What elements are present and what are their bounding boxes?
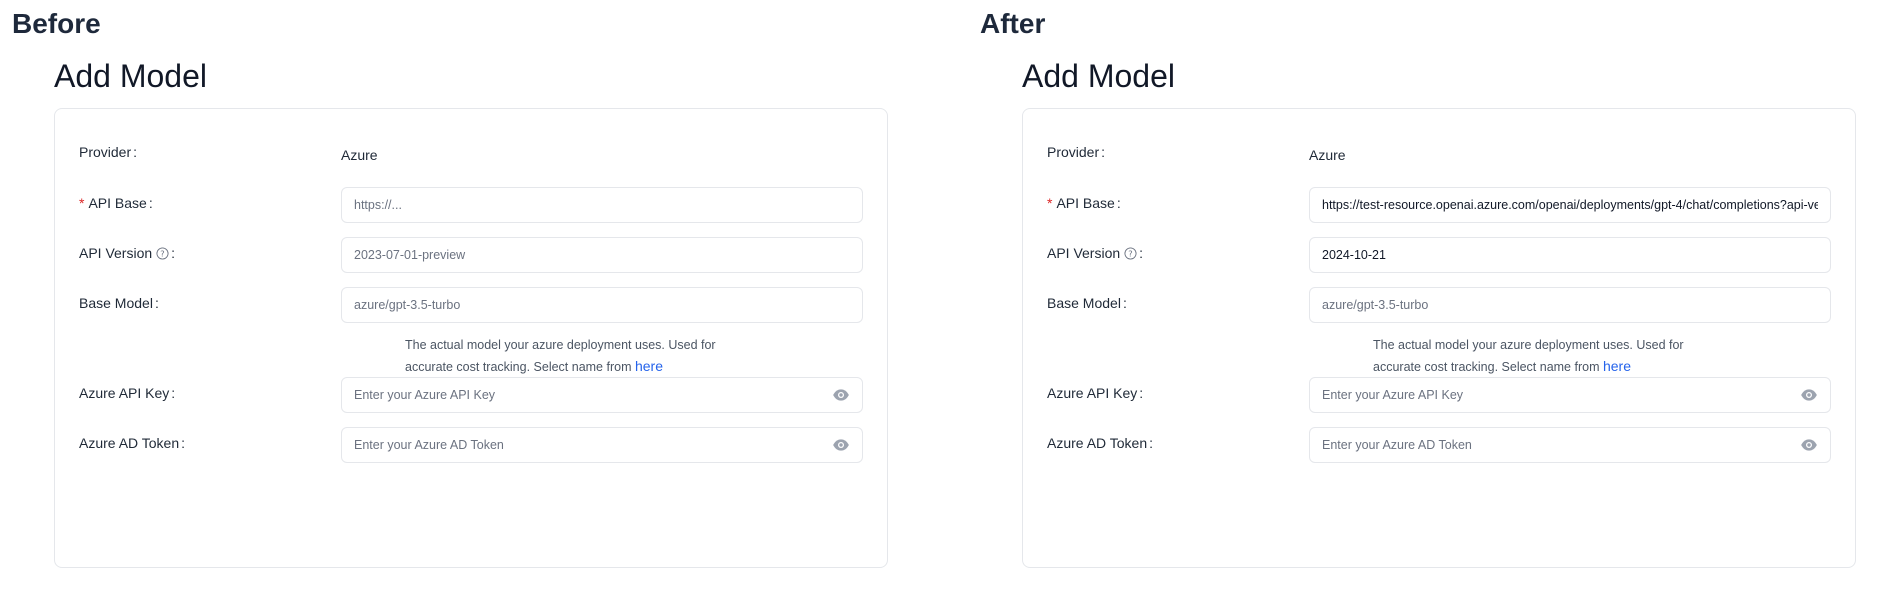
api-version-label: API Version ? : — [1047, 245, 1144, 261]
azure-api-key-input[interactable] — [1322, 388, 1792, 402]
provider-value: Azure — [341, 147, 378, 163]
api-version-input[interactable] — [354, 248, 850, 262]
svg-text:?: ? — [1128, 248, 1132, 258]
base-model-help-text: The actual model your azure deployment u… — [405, 338, 716, 374]
provider-label: Provider: — [1047, 144, 1106, 160]
azure-ad-token-field[interactable] — [341, 427, 863, 463]
provider-label: Provider: — [79, 144, 138, 160]
page-heading: Add Model — [1022, 58, 1175, 94]
question-circle-icon[interactable]: ? — [1124, 246, 1137, 260]
eye-icon[interactable] — [832, 436, 850, 454]
api-base-label: * API Base: — [79, 195, 153, 211]
page-heading: Add Model — [54, 58, 207, 94]
azure-api-key-label: Azure API Key: — [79, 385, 176, 401]
api-version-field[interactable] — [341, 237, 863, 273]
base-model-field[interactable] — [1309, 287, 1831, 323]
before-panel: Before Add Model Provider: Azure * API B… — [0, 0, 942, 598]
azure-ad-token-label: Azure AD Token: — [1047, 435, 1154, 451]
base-model-help-text: The actual model your azure deployment u… — [1373, 338, 1684, 374]
azure-ad-token-label: Azure AD Token: — [79, 435, 186, 451]
azure-ad-token-field[interactable] — [1309, 427, 1831, 463]
azure-ad-token-input[interactable] — [354, 438, 824, 452]
base-model-label: Base Model: — [79, 295, 159, 311]
panel-title: After — [980, 8, 1046, 39]
api-version-field[interactable] — [1309, 237, 1831, 273]
base-model-input[interactable] — [1322, 298, 1818, 312]
azure-api-key-field[interactable] — [1309, 377, 1831, 413]
required-marker: * — [79, 195, 85, 211]
azure-api-key-input[interactable] — [354, 388, 824, 402]
base-model-label: Base Model: — [1047, 295, 1127, 311]
panel-title: Before — [12, 8, 101, 39]
base-model-field[interactable] — [341, 287, 863, 323]
add-model-form: Provider: Azure * API Base: API Version … — [54, 108, 888, 568]
api-base-input[interactable] — [354, 198, 850, 212]
api-version-input[interactable] — [1322, 248, 1818, 262]
base-model-input[interactable] — [354, 298, 850, 312]
api-base-input[interactable] — [1322, 198, 1818, 212]
api-version-label: API Version ? : — [79, 245, 176, 261]
azure-api-key-field[interactable] — [341, 377, 863, 413]
svg-text:?: ? — [160, 248, 164, 258]
eye-icon[interactable] — [832, 386, 850, 404]
required-marker: * — [1047, 195, 1053, 211]
provider-value: Azure — [1309, 147, 1346, 163]
eye-icon[interactable] — [1800, 436, 1818, 454]
model-list-link[interactable]: here — [635, 358, 663, 374]
api-base-label: * API Base: — [1047, 195, 1121, 211]
model-list-link[interactable]: here — [1603, 358, 1631, 374]
api-base-field[interactable] — [341, 187, 863, 223]
azure-ad-token-input[interactable] — [1322, 438, 1792, 452]
question-circle-icon[interactable]: ? — [156, 246, 169, 260]
azure-api-key-label: Azure API Key: — [1047, 385, 1144, 401]
eye-icon[interactable] — [1800, 386, 1818, 404]
add-model-form: Provider: Azure * API Base: API Version … — [1022, 108, 1856, 568]
after-panel: After Add Model Provider: Azure * API Ba… — [968, 0, 1884, 598]
api-base-field[interactable] — [1309, 187, 1831, 223]
